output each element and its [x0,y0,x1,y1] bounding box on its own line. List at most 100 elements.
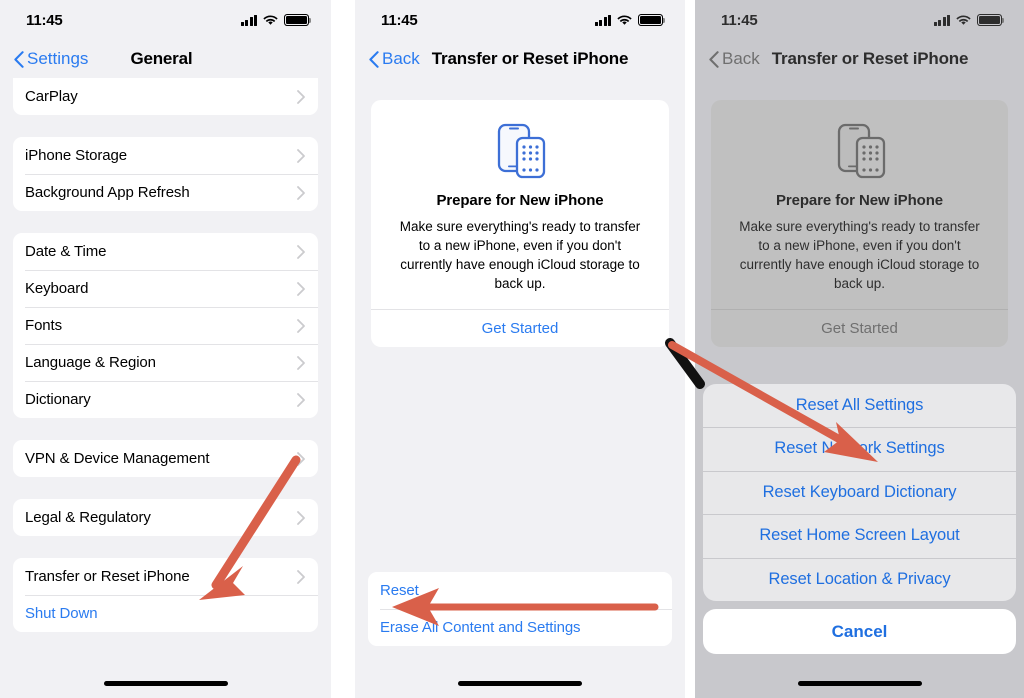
status-bar-clock: 11:45 [26,11,63,29]
row-label: Transfer or Reset iPhone [25,568,190,585]
chevron-right-icon [297,569,305,584]
sidebar-item-vpn-device-management[interactable]: VPN & Device Management [13,440,318,477]
phone-panel-2-transfer-or-reset: 11:45 Back Transfer or Reset iPhone Prep… [355,0,685,698]
settings-group-storage: iPhone Storage Background App Refresh [13,137,318,211]
wifi-icon [956,14,971,26]
panel-1-nav-bar: Settings General [0,40,331,78]
panel-1-settings-list[interactable]: CarPlay iPhone Storage Background App Re… [0,78,331,632]
status-bar-clock: 11:45 [381,11,418,29]
action-sheet-options: Reset All Settings Reset Network Setting… [703,383,1016,602]
reset-row[interactable]: Reset [368,572,672,609]
back-button[interactable]: Back [709,49,760,69]
status-bar-clock: 11:45 [721,11,758,29]
row-label: Erase All Content and Settings [380,619,581,636]
settings-group-transfer-reset: Transfer or Reset iPhone Shut Down [13,558,318,632]
card-title: Prepare for New iPhone [775,192,943,209]
chevron-right-icon [297,510,305,525]
reset-action-sheet: Reset All Settings Reset Network Setting… [703,383,1016,654]
row-label: Dictionary [25,391,91,408]
settings-group-vpn: VPN & Device Management [13,440,318,477]
wifi-icon [263,14,278,26]
panel-3-screen-dimmed: 11:45 Back Transfer or Reset iPhone Prep… [695,0,1024,347]
chevron-right-icon [297,318,305,333]
chevron-right-icon [297,244,305,259]
row-label: VPN & Device Management [25,450,210,467]
sidebar-item-legal-regulatory[interactable]: Legal & Regulatory [13,499,318,536]
action-sheet-item-reset-all-settings[interactable]: Reset All Settings [703,384,1016,428]
sidebar-item-language-region[interactable]: Language & Region [13,344,318,381]
panel-1-screen: 11:45 Settings General CarPlay iPhone St… [0,0,331,686]
battery-icon [977,14,1005,26]
sidebar-item-background-app-refresh[interactable]: Background App Refresh [13,174,318,211]
row-label: Language & Region [25,354,156,371]
row-label: Background App Refresh [25,184,190,201]
chevron-right-icon [297,185,305,200]
settings-group-legal: Legal & Regulatory [13,499,318,536]
reset-options-group: Reset Erase All Content and Settings [368,572,672,646]
panel-gap-2 [685,0,695,698]
row-label: CarPlay [25,88,78,105]
get-started-button[interactable]: Get Started [371,309,669,347]
back-button[interactable]: Back [369,49,420,69]
chevron-right-icon [297,89,305,104]
back-button-label: Back [722,49,760,68]
cellular-signal-icon [240,14,257,26]
sidebar-item-fonts[interactable]: Fonts [13,307,318,344]
home-indicator [458,681,582,686]
home-indicator [103,681,228,686]
back-button-label: Settings [27,49,89,68]
row-label: Shut Down [25,605,98,622]
sidebar-item-shut-down[interactable]: Shut Down [13,595,318,632]
action-sheet-cancel-button[interactable]: Cancel [703,609,1016,654]
row-label: Fonts [25,317,63,334]
sidebar-item-transfer-or-reset-iphone[interactable]: Transfer or Reset iPhone [13,558,318,595]
get-started-button[interactable]: Get Started [711,309,1008,347]
sidebar-item-date-time[interactable]: Date & Time [13,233,318,270]
prepare-for-new-iphone-card: Prepare for New iPhone Make sure everyth… [711,100,1008,347]
row-label: Legal & Regulatory [25,509,151,526]
sidebar-item-dictionary[interactable]: Dictionary [13,381,318,418]
action-sheet-item-reset-location-privacy[interactable]: Reset Location & Privacy [703,557,1016,602]
phone-panel-1-general-settings: 11:45 Settings General CarPlay iPhone St… [0,0,331,698]
status-bar-icons [594,14,666,26]
wifi-icon [617,14,632,26]
status-bar: 11:45 [695,0,1024,40]
card-description: Make sure everything's ready to transfer… [399,219,641,291]
sidebar-item-carplay[interactable]: CarPlay [13,78,318,115]
card-title: Prepare for New iPhone [436,192,604,209]
battery-icon [638,14,666,26]
card-description: Make sure everything's ready to transfer… [739,219,980,291]
row-label: Date & Time [25,243,107,260]
erase-all-content-row[interactable]: Erase All Content and Settings [368,609,672,646]
cellular-signal-icon [594,14,611,26]
panel-2-nav-bar: Back Transfer or Reset iPhone [355,40,685,78]
action-sheet-item-reset-home-screen-layout[interactable]: Reset Home Screen Layout [703,514,1016,558]
panel-gap-1 [331,0,355,698]
action-sheet-item-reset-keyboard-dictionary[interactable]: Reset Keyboard Dictionary [703,470,1016,515]
status-bar-icons [933,14,1005,26]
row-label: iPhone Storage [25,147,128,164]
settings-group-locale: Date & Time Keyboard Fonts Language & Re… [13,233,318,418]
chevron-right-icon [297,281,305,296]
battery-icon [284,14,312,26]
row-label: Reset [380,582,419,599]
chevron-left-icon [14,50,24,68]
chevron-left-icon [369,50,379,68]
action-sheet-item-reset-network-settings[interactable]: Reset Network Settings [703,427,1016,471]
sidebar-item-iphone-storage[interactable]: iPhone Storage [13,137,318,174]
chevron-right-icon [297,148,305,163]
two-iphones-icon [371,120,669,182]
status-bar: 11:45 [355,0,685,40]
row-label: Keyboard [25,280,89,297]
back-to-settings-button[interactable]: Settings [14,49,88,69]
chevron-right-icon [297,355,305,370]
back-button-label: Back [382,49,420,68]
prepare-for-new-iphone-card: Prepare for New iPhone Make sure everyth… [371,100,669,347]
status-bar-icons [240,14,312,26]
chevron-left-icon [709,50,719,68]
settings-group-carplay: CarPlay [13,78,318,115]
cellular-signal-icon [933,14,950,26]
home-indicator [797,681,922,686]
panel-3-title: Transfer or Reset iPhone [771,49,969,68]
sidebar-item-keyboard[interactable]: Keyboard [13,270,318,307]
